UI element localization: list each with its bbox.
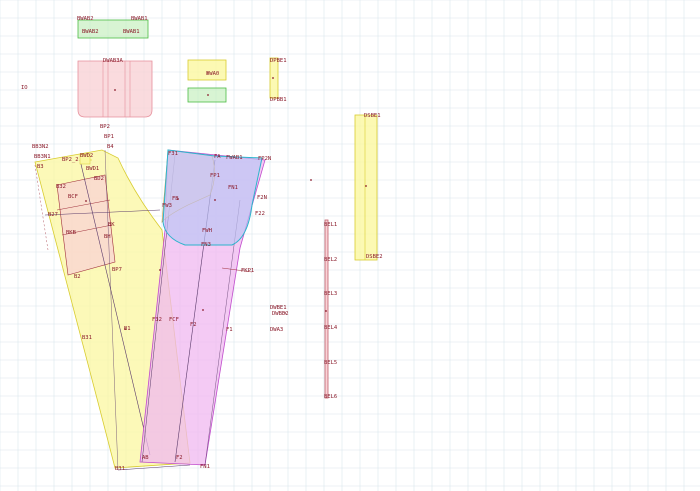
label: B27 <box>48 212 58 218</box>
label: BP2_2 <box>62 157 79 163</box>
label: BWAB2 <box>82 29 99 35</box>
label: DWAB3A <box>103 58 124 64</box>
label: BB3N2 <box>32 144 49 150</box>
front-waistband-piece[interactable] <box>187 87 227 103</box>
label: BEL1 <box>324 222 337 228</box>
pocket-facing-piece[interactable] <box>187 59 227 81</box>
belt-loop-strip-piece[interactable] <box>324 219 329 399</box>
label: DSBE2 <box>366 254 383 260</box>
label: FP1 <box>210 173 220 179</box>
pocket-bag-strip-piece[interactable] <box>269 57 279 99</box>
label: BWD2 <box>80 153 93 159</box>
label: F22 <box>255 211 265 217</box>
label: BEL3 <box>324 291 337 297</box>
label: F2 <box>190 322 197 328</box>
label: FWAB1 <box>226 155 243 161</box>
label: F1 <box>226 327 233 333</box>
label: F2N <box>257 195 267 201</box>
label: AB <box>142 455 149 461</box>
label: BEL4 <box>324 325 338 331</box>
label: DWBE2 <box>272 311 289 317</box>
label: FW3 <box>162 203 172 209</box>
label: BB3N1 <box>34 154 51 160</box>
label: BWAB2 <box>77 16 94 22</box>
label: FWH <box>202 228 212 234</box>
label: B3 <box>37 164 44 170</box>
label: FN3 <box>201 242 211 248</box>
label: B31 <box>115 466 125 472</box>
pattern-drafting-canvas[interactable]: BWAB2 BWAB1 BWAB2 BWAB1 IO DWAB3A EWA0 D… <box>0 0 700 491</box>
label: F32 <box>152 317 162 323</box>
label: BCF <box>68 194 78 200</box>
belt-strip-piece[interactable] <box>354 114 378 261</box>
label: FN1 <box>200 464 210 470</box>
back-yoke-piece[interactable] <box>77 60 153 118</box>
label: FCF <box>169 317 179 323</box>
label: EWA0 <box>206 71 219 77</box>
label: BWD1 <box>86 166 99 172</box>
label: BP1 <box>104 134 114 140</box>
label: FA <box>214 154 221 160</box>
label: B32 <box>56 184 66 190</box>
label: DPBE1 <box>270 58 287 64</box>
label: DPBB1 <box>270 97 287 103</box>
label: B2 <box>74 274 81 280</box>
label: B4 <box>107 144 114 150</box>
label: BD2 <box>94 176 104 182</box>
label: BEL6 <box>324 394 337 400</box>
label: FKP1 <box>241 268 254 274</box>
label: F31 <box>168 151 178 157</box>
label: FP2N <box>258 156 271 162</box>
label: BEL2 <box>324 257 337 263</box>
label: DSBE1 <box>364 113 381 119</box>
label: IO <box>21 85 28 91</box>
label: FN1 <box>228 185 238 191</box>
label: B31 <box>82 335 92 341</box>
label: BK <box>108 222 115 228</box>
label: BP7 <box>112 267 122 273</box>
label: BWAB1 <box>131 16 148 22</box>
label: BP2 <box>100 124 110 130</box>
label: BKB <box>66 230 77 236</box>
label: BH <box>104 234 111 240</box>
label: DWA3 <box>270 327 283 333</box>
label: F2 <box>176 455 183 461</box>
label: BWAB1 <box>123 29 140 35</box>
label: BEL5 <box>324 360 337 366</box>
